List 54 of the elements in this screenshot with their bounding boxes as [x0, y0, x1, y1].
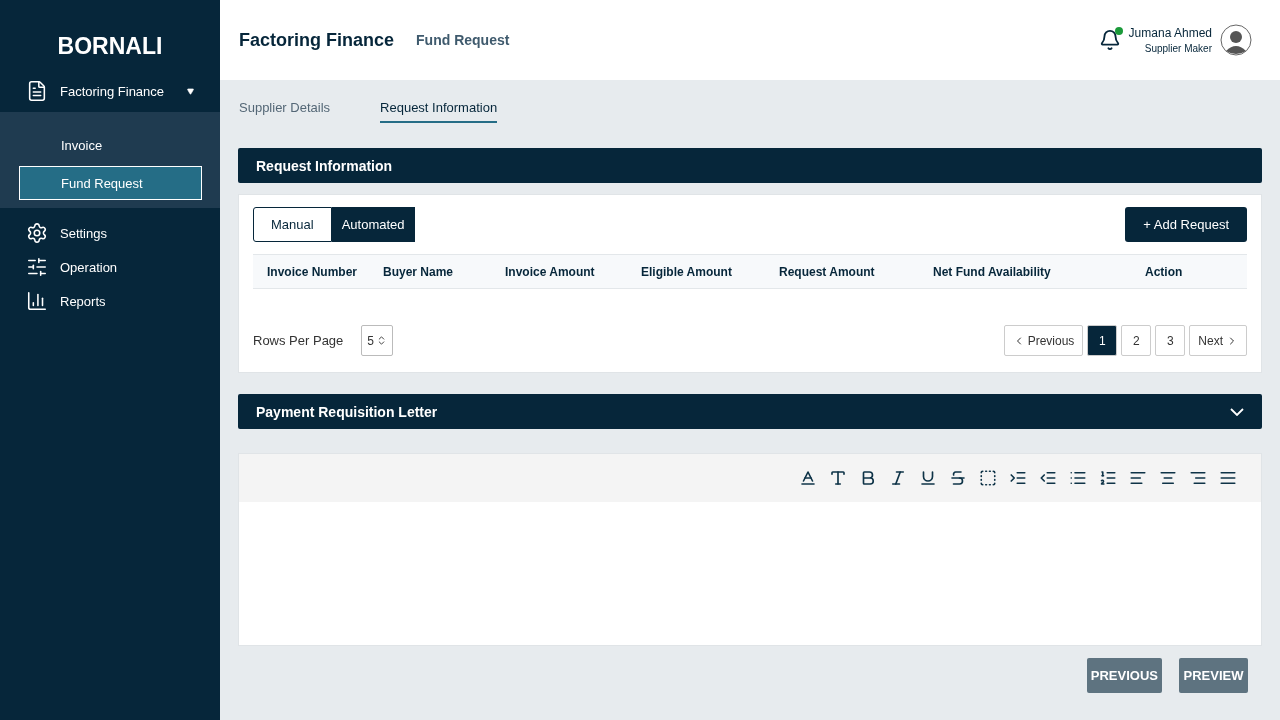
bar-chart-icon	[26, 290, 48, 312]
justify-icon[interactable]	[1219, 469, 1237, 487]
outdent-icon[interactable]	[1039, 469, 1057, 487]
rows-per-page-label: Rows Per Page	[253, 333, 344, 348]
section-header[interactable]: Payment Requisition Letter	[238, 394, 1262, 429]
tab[interactable]: Supplier Details	[239, 100, 331, 123]
column-header: Action	[1145, 264, 1184, 279]
section-title: Payment Requisition Letter	[256, 403, 438, 420]
underline-icon[interactable]	[919, 469, 937, 487]
page-title: Factoring Finance	[239, 29, 395, 51]
indent-icon[interactable]	[1009, 469, 1027, 487]
sidebar-subitem[interactable]: Fund Request	[19, 166, 202, 200]
column-header: Invoice Amount	[505, 264, 596, 279]
column-header: Buyer Name	[383, 264, 455, 279]
tab[interactable]: Request Information	[380, 100, 498, 123]
numbered-list-icon[interactable]	[1099, 469, 1117, 487]
add-request-button[interactable]: + Add Request	[1125, 207, 1247, 242]
align-left-icon[interactable]	[1129, 469, 1147, 487]
previous-button[interactable]: Previous	[1003, 325, 1084, 356]
column-header: Eligible Amount	[641, 264, 733, 279]
align-center-icon[interactable]	[1159, 469, 1177, 487]
section-title: Request Information	[256, 157, 393, 174]
font-color-icon[interactable]	[799, 469, 817, 487]
user-name: Jumana Ahmed	[1128, 26, 1212, 40]
page-subtitle: Fund Request	[416, 32, 510, 48]
page-button[interactable]: 3	[1155, 325, 1186, 356]
align-right-icon[interactable]	[1189, 469, 1207, 487]
document-icon	[26, 80, 48, 102]
bullet-list-icon[interactable]	[1069, 469, 1087, 487]
sidebar-subitem[interactable]: Invoice	[19, 128, 202, 162]
page-button[interactable]: 2	[1121, 325, 1152, 356]
action-button[interactable]: PREVIOUS	[1086, 658, 1162, 693]
strikethrough-icon[interactable]	[949, 469, 967, 487]
sidebar-item[interactable]: Reports	[0, 284, 220, 318]
user-role: Supplier Maker	[1144, 43, 1212, 54]
column-header: Invoice Number	[267, 264, 359, 279]
column-header: Request Amount	[779, 264, 876, 279]
stepper-icon	[376, 335, 387, 346]
column-header: Net Fund Availability	[933, 264, 1052, 279]
settings-icon	[26, 222, 48, 244]
action-button[interactable]: PREVIEW	[1179, 658, 1248, 693]
rows-per-page-select[interactable]: 5	[361, 325, 393, 356]
next-button[interactable]: Next	[1189, 325, 1247, 356]
italic-icon[interactable]	[889, 469, 907, 487]
sliders-icon	[26, 256, 48, 278]
mode-toggle[interactable]: Automated	[331, 207, 415, 242]
sidebar-item[interactable]: Settings	[0, 216, 220, 250]
page-button[interactable]: 1	[1087, 325, 1118, 356]
sidebar-item[interactable]: Operation	[0, 250, 220, 284]
sidebar-item[interactable]: Factoring Finance	[0, 74, 220, 108]
avatar-icon[interactable]	[1220, 24, 1252, 56]
brand-logo: BORNALI	[56, 32, 164, 61]
notification-bell-icon[interactable]	[1098, 29, 1121, 51]
mode-toggle[interactable]: Manual	[253, 207, 332, 242]
